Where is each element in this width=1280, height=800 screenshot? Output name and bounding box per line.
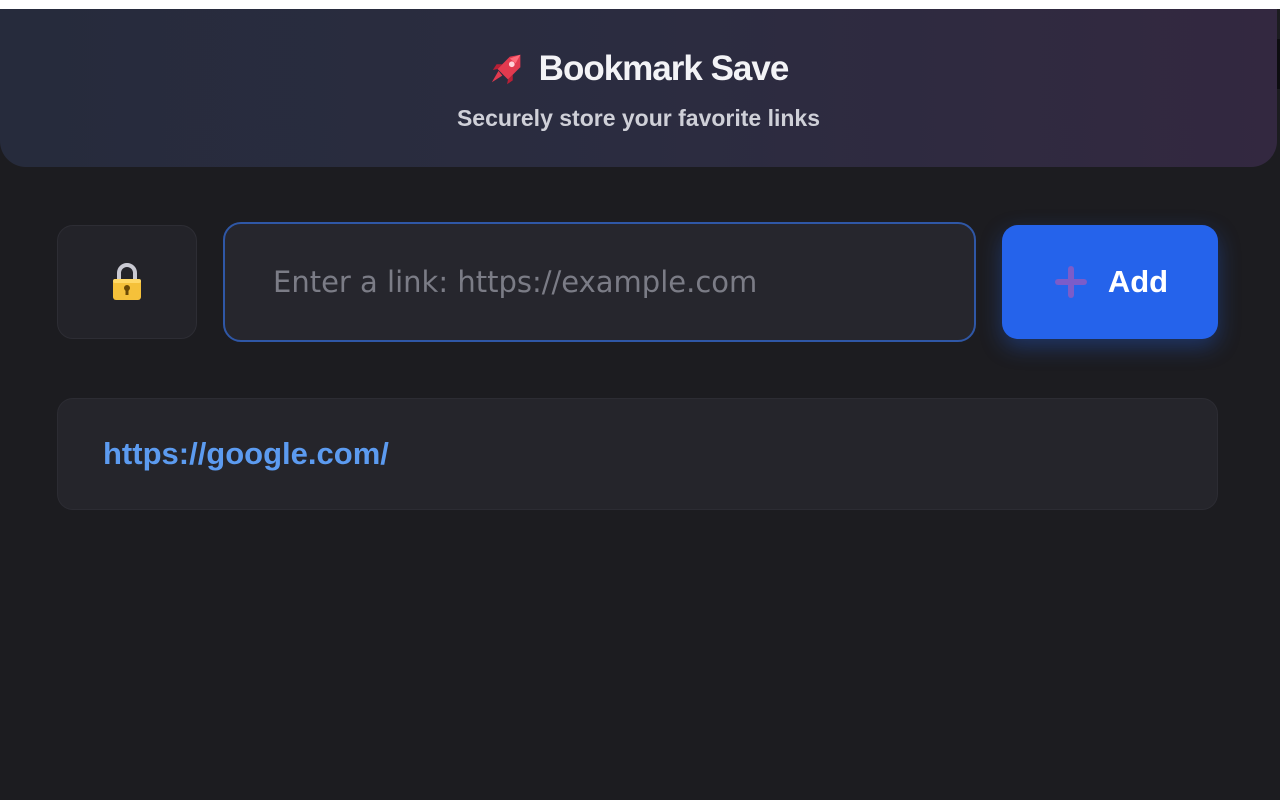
- lock-icon: [113, 263, 141, 300]
- rocket-icon: [491, 54, 521, 85]
- lock-button[interactable]: [57, 225, 197, 339]
- link-input[interactable]: [223, 222, 976, 342]
- plus-icon: [1054, 266, 1087, 298]
- bookmark-link[interactable]: https://google.com/: [103, 436, 389, 472]
- window-top-strip: [0, 0, 1280, 9]
- add-button[interactable]: Add: [1002, 225, 1218, 339]
- app-subtitle: Securely store your favorite links: [456, 105, 821, 131]
- title-row: Bookmark Save: [0, 49, 1277, 89]
- bookmark-item: https://google.com/: [57, 398, 1218, 510]
- add-button-label: Add: [1107, 264, 1169, 299]
- app-header: Bookmark Save Securely store your favori…: [0, 9, 1277, 167]
- app-title: Bookmark Save: [538, 49, 790, 88]
